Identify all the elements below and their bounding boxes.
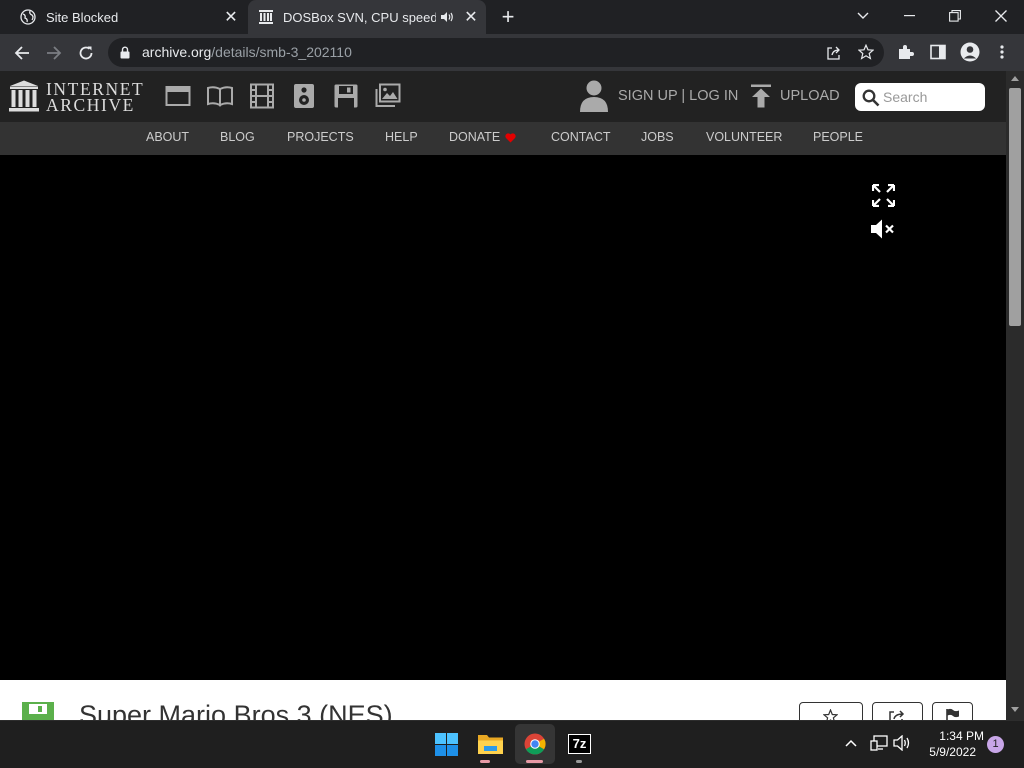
clock-date[interactable]: 5/9/2022 <box>920 745 976 759</box>
chrome-active-indicator <box>526 760 543 763</box>
video-film-icon[interactable] <box>249 83 275 109</box>
nav-jobs[interactable]: JOBS <box>641 130 674 144</box>
windows-start-icon[interactable] <box>435 733 458 756</box>
file-explorer-icon[interactable] <box>478 733 503 755</box>
nav-volunteer[interactable]: VOLUNTEER <box>706 130 782 144</box>
software-item-icon <box>22 702 54 720</box>
file-explorer-running-indicator <box>480 760 490 763</box>
software-floppy-icon[interactable] <box>333 83 359 109</box>
ia-logo-line2: ARCHIVE <box>46 95 135 115</box>
restore-button[interactable] <box>932 0 978 32</box>
flag-icon <box>946 708 959 720</box>
notification-badge[interactable]: 1 <box>987 736 1004 753</box>
7zip-icon[interactable]: 7z <box>568 734 591 754</box>
item-details-area: Super Mario Bros 3 (NES) <box>0 680 1006 720</box>
forward-button[interactable] <box>40 40 68 66</box>
url-domain: archive.org <box>142 44 212 60</box>
close-window-button[interactable] <box>978 0 1024 32</box>
nav-projects[interactable]: PROJECTS <box>287 130 354 144</box>
tab-dosbox[interactable]: DOSBox SVN, CPU speed: max ✕ <box>248 0 486 34</box>
tab-search-chevron-icon[interactable] <box>840 0 886 32</box>
profile-avatar-icon[interactable] <box>960 42 980 62</box>
7zip-running-indicator <box>576 760 582 763</box>
emulator-canvas[interactable] <box>0 155 1006 680</box>
nav-blog[interactable]: BLOG <box>220 130 255 144</box>
nav-about[interactable]: ABOUT <box>146 130 189 144</box>
chrome-icon <box>524 733 546 755</box>
extensions-puzzle-icon[interactable] <box>897 44 914 61</box>
scrollbar-thumb[interactable] <box>1009 88 1021 326</box>
clock-time[interactable]: 1:34 PM <box>920 729 984 743</box>
images-icon[interactable] <box>375 83 401 109</box>
audio-speaker-icon[interactable] <box>291 83 317 109</box>
lock-icon[interactable] <box>119 46 131 59</box>
flag-button[interactable] <box>932 702 973 720</box>
favorite-button[interactable] <box>799 702 863 720</box>
minimize-button[interactable] <box>886 0 932 32</box>
search-icon <box>862 89 880 107</box>
search-placeholder: Search <box>883 89 928 105</box>
heart-icon <box>505 133 516 143</box>
ia-temple-logo-icon <box>9 80 39 112</box>
share-arrow-icon <box>889 710 905 720</box>
tab-title: DOSBox SVN, CPU speed: max <box>283 9 436 25</box>
menu-kebab-icon[interactable] <box>999 44 1005 60</box>
archive-favicon-icon <box>259 10 273 24</box>
nav-donate[interactable]: DONATE <box>449 130 500 144</box>
share-item-button[interactable] <box>872 702 923 720</box>
nav-contact[interactable]: CONTACT <box>551 130 611 144</box>
signup-login-link[interactable]: SIGN UP | LOG IN <box>618 88 738 104</box>
texts-book-icon[interactable] <box>207 83 233 109</box>
back-button[interactable] <box>8 40 36 66</box>
scroll-up-arrow-icon[interactable] <box>1011 75 1019 81</box>
show-hidden-icons-chevron-icon[interactable] <box>845 739 857 747</box>
item-title: Super Mario Bros 3 (NES) <box>79 700 393 720</box>
close-tab-icon[interactable]: ✕ <box>462 8 480 26</box>
side-panel-icon[interactable] <box>930 44 946 60</box>
bookmark-star-icon[interactable] <box>858 44 874 60</box>
url-text[interactable]: archive.org/details/smb-3_202110 <box>142 44 352 60</box>
scroll-down-arrow-icon[interactable] <box>1011 707 1019 713</box>
reload-button[interactable] <box>72 40 100 66</box>
audio-playing-icon[interactable] <box>440 10 454 24</box>
upload-icon[interactable] <box>750 84 772 108</box>
user-account-icon[interactable] <box>579 79 609 112</box>
tab-site-blocked[interactable]: Site Blocked ✕ <box>8 0 246 34</box>
new-tab-button[interactable]: + <box>496 5 520 29</box>
fullscreen-icon[interactable] <box>872 184 895 207</box>
close-tab-icon[interactable]: ✕ <box>222 8 240 26</box>
share-icon[interactable] <box>826 45 842 61</box>
web-browser-icon[interactable] <box>165 83 191 109</box>
nav-people[interactable]: PEOPLE <box>813 130 863 144</box>
mute-speaker-icon[interactable] <box>870 218 896 240</box>
nav-help[interactable]: HELP <box>385 130 418 144</box>
upload-link[interactable]: UPLOAD <box>780 88 840 104</box>
globe-icon <box>20 9 36 25</box>
url-path: /details/smb-3_202110 <box>211 44 352 60</box>
tab-title: Site Blocked <box>46 9 119 25</box>
network-icon[interactable] <box>870 735 888 751</box>
star-icon <box>823 709 838 720</box>
volume-icon[interactable] <box>893 735 912 751</box>
